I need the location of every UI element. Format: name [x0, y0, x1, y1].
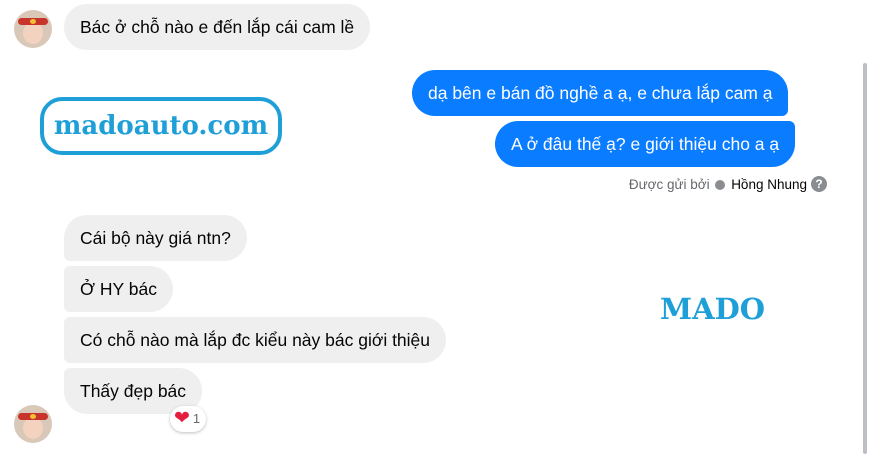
- outgoing-message[interactable]: dạ bên e bán đồ nghề a ạ, e chưa lắp cam…: [412, 70, 789, 116]
- watermark-logo: madoauto.com: [40, 97, 282, 155]
- contact-avatar[interactable]: [14, 10, 52, 48]
- incoming-message[interactable]: Cái bộ này giá ntn?: [64, 215, 247, 261]
- sent-by-label: Được gửi bởi Hồng Nhung: [629, 176, 807, 194]
- contact-avatar[interactable]: [14, 405, 52, 443]
- avatar-headband-emblem: [30, 414, 36, 419]
- sender-name: Hồng Nhung: [731, 177, 807, 192]
- message-thread: Bác ở chỗ nào e đến lắp cái cam lề dạ bê…: [0, 0, 869, 454]
- incoming-message[interactable]: Bác ở chỗ nào e đến lắp cái cam lề: [64, 4, 371, 50]
- avatar-headband-emblem: [30, 19, 36, 24]
- incoming-message[interactable]: Ở HY bác: [64, 266, 173, 312]
- avatar-face: [23, 22, 43, 44]
- outgoing-message[interactable]: A ở đâu thế ạ? e giới thiệu cho a ạ: [495, 121, 796, 167]
- incoming-message[interactable]: Có chỗ nào mà lắp đc kiểu này bác giới t…: [64, 317, 447, 363]
- sender-status-icon: [715, 180, 726, 190]
- sent-by-prefix: Được gửi bởi: [628, 177, 710, 192]
- help-icon[interactable]: ?: [811, 176, 827, 192]
- reaction-count: 1: [192, 411, 201, 426]
- heart-icon: ❤: [174, 408, 190, 429]
- message-reaction[interactable]: ❤ 1: [170, 406, 207, 432]
- avatar-face: [23, 417, 43, 439]
- scrollbar[interactable]: [863, 63, 867, 454]
- watermark-brand: MADO: [660, 292, 766, 326]
